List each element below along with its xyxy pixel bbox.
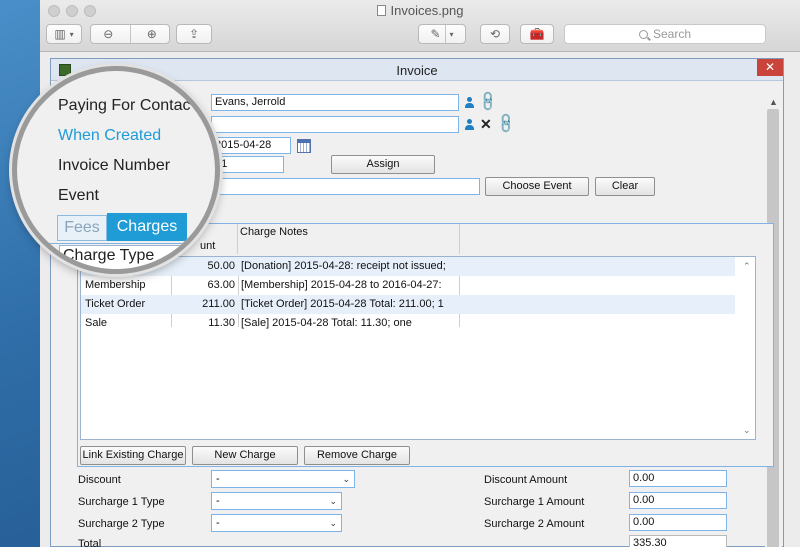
date-field[interactable]: 2015-04-28: [211, 137, 291, 154]
zoom-in-icon[interactable]: ⊕: [135, 27, 170, 41]
charge-notes-column-header[interactable]: Charge Notes: [240, 226, 308, 238]
link-icon[interactable]: 🔗: [494, 111, 518, 135]
toolbox-icon: 🧰: [529, 27, 545, 41]
table-scrollbar[interactable]: ⌃ ⌄: [739, 257, 755, 439]
link-existing-charge-button[interactable]: Link Existing Charge: [80, 446, 186, 465]
table-row[interactable]: Ticket Order 211.00 [Ticket Order] 2015-…: [81, 295, 735, 314]
link-icon[interactable]: 🔗: [476, 89, 500, 113]
share-button[interactable]: ⇪: [176, 24, 212, 44]
discount-label: Discount: [78, 474, 121, 486]
preview-title: Invoices.png: [40, 3, 800, 18]
magnified-charge-type-header: Charge Type: [63, 247, 155, 264]
surcharge-1-amount-field[interactable]: 0.00: [629, 492, 727, 509]
surcharge-1-type-label: Surcharge 1 Type: [78, 496, 165, 508]
chevron-down-icon: ▾: [449, 29, 454, 39]
zoom-out-icon[interactable]: ⊖: [91, 27, 126, 41]
tab-fees[interactable]: Fees: [57, 215, 107, 241]
assign-button[interactable]: Assign: [331, 155, 435, 174]
table-row[interactable]: Membership 63.00 [Membership] 2015-04-28…: [81, 276, 735, 295]
secondary-contact-field[interactable]: [211, 116, 459, 133]
sidebar-toggle-button[interactable]: ▥ ▾: [46, 24, 82, 44]
scroll-up-icon[interactable]: ▲: [769, 97, 778, 107]
search-input[interactable]: Search: [564, 24, 766, 44]
total-label: Total: [78, 538, 102, 547]
new-charge-button[interactable]: New Charge: [192, 446, 298, 465]
discount-amount-field[interactable]: 0.00: [629, 470, 727, 487]
surcharge-2-type-label: Surcharge 2 Type: [78, 518, 165, 530]
tab-charges[interactable]: Charges: [107, 213, 187, 241]
magnified-paying-for-contact-label: Paying For Contac: [58, 97, 191, 114]
toolbox-button[interactable]: 🧰: [520, 24, 554, 44]
magnified-event-label: Event: [58, 187, 99, 204]
pen-icon: ✎: [430, 27, 441, 41]
person-icon[interactable]: [464, 119, 475, 130]
discount-amount-label: Discount Amount: [484, 474, 568, 486]
invoice-number-field[interactable]: 01: [211, 156, 284, 173]
remove-charge-button[interactable]: Remove Charge: [304, 446, 410, 465]
person-icon[interactable]: [464, 97, 475, 108]
chevron-down-icon: ⌄: [342, 474, 350, 484]
total-field: 335.30: [629, 535, 727, 547]
magnified-invoice-number-label: Invoice Number: [58, 157, 171, 174]
surcharge-1-amount-label: Surcharge 1 Amount: [484, 496, 585, 508]
close-icon[interactable]: ✕: [757, 59, 783, 76]
rotate-icon: ⟲: [489, 27, 501, 41]
paying-for-contact-field[interactable]: Evans, Jerrold: [211, 94, 459, 111]
magnifier-lens: Paying For Contac When Created Invoice N…: [12, 66, 220, 274]
surcharge-2-type-select[interactable]: - ⌄: [211, 514, 342, 532]
magnified-when-created-label: When Created: [58, 127, 162, 144]
event-field[interactable]: [211, 178, 480, 195]
discount-select[interactable]: - ⌄: [211, 470, 355, 488]
document-icon: [376, 5, 386, 16]
preview-titlebar: Invoices.png ▥ ▾ ⊖ ⊕ ⇪ ✎ ▾ ⟲ 🧰 Search: [40, 0, 800, 52]
share-icon: ⇪: [188, 27, 200, 41]
clear-contact-icon[interactable]: ✕: [480, 117, 492, 131]
clear-button[interactable]: Clear: [595, 177, 655, 196]
table-row[interactable]: Sale 11.30 [Sale] 2015-04-28 Total: 11.3…: [81, 314, 735, 333]
chevron-down-icon: ⌄: [329, 518, 337, 528]
scroll-up-icon[interactable]: ⌃: [743, 261, 751, 272]
sidebar-icon: ▥: [54, 27, 66, 41]
chevron-down-icon: ▾: [69, 29, 74, 39]
surcharge-2-amount-field[interactable]: 0.00: [629, 514, 727, 531]
chevron-down-icon: ⌄: [329, 496, 337, 506]
surcharge-2-amount-label: Surcharge 2 Amount: [484, 518, 585, 530]
markup-button[interactable]: ✎ ▾: [418, 24, 466, 44]
calendar-icon[interactable]: [297, 139, 311, 153]
zoom-controls: ⊖ ⊕: [90, 24, 170, 44]
search-icon: [638, 29, 648, 39]
rotate-button[interactable]: ⟲: [480, 24, 510, 44]
surcharge-1-type-select[interactable]: - ⌄: [211, 492, 342, 510]
choose-event-button[interactable]: Choose Event: [485, 177, 589, 196]
scroll-down-icon[interactable]: ⌄: [743, 425, 751, 436]
charges-table: Donation 50.00 [Donation] 2015-04-28: re…: [80, 256, 756, 440]
